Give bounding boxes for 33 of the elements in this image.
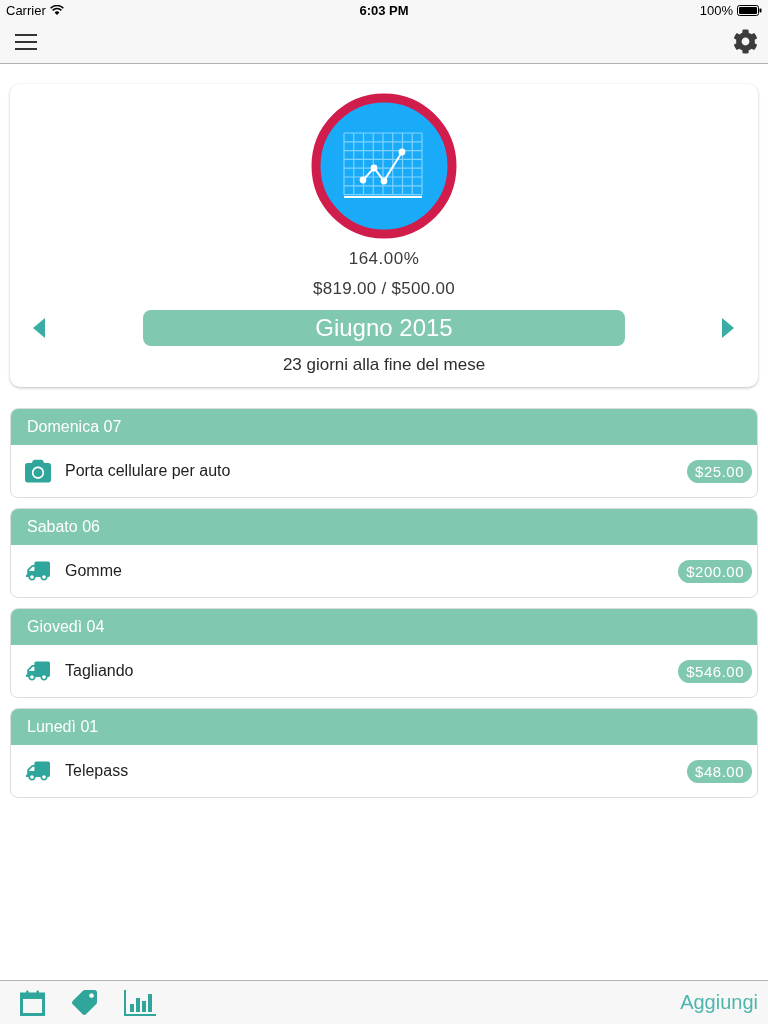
budget-percent: 164.00%: [348, 248, 420, 270]
carrier-label: Carrier: [6, 2, 46, 18]
wifi-icon: [49, 5, 64, 15]
expense-name[interactable]: Telepass: [65, 762, 129, 780]
line-chart-badge-icon: [311, 93, 457, 239]
expense-name[interactable]: Porta cellulare per auto: [65, 462, 231, 480]
truck-icon: [24, 659, 51, 683]
days-left-text: 23 giorni alla fine del mese: [282, 354, 486, 376]
tag-tab-button[interactable]: [72, 990, 97, 1015]
expense-name[interactable]: Gomme: [65, 562, 122, 580]
calendar-tab-button[interactable]: [20, 989, 45, 1016]
previous-month-button[interactable]: [33, 318, 45, 338]
battery-percent: 100%: [699, 2, 733, 18]
day-header: Sabato 06: [11, 509, 757, 545]
day-header: Domenica 07: [11, 409, 757, 445]
amount-badge: $546.00: [678, 659, 752, 683]
amount-badge: $200.00: [678, 559, 752, 583]
next-month-button[interactable]: [722, 318, 734, 338]
amount-badge: $25.00: [687, 459, 752, 483]
month-title: Giugno 2015: [143, 310, 625, 346]
menu-button[interactable]: [15, 33, 37, 50]
truck-icon: [24, 759, 51, 783]
settings-button[interactable]: [733, 29, 758, 54]
clock-time: 6:03 PM: [359, 2, 409, 18]
day-header: Lunedì 01: [11, 709, 757, 745]
chart-tab-button[interactable]: [124, 989, 156, 1016]
amount-badge: $48.00: [687, 759, 752, 783]
battery-icon: [737, 4, 762, 16]
day-header: Giovedì 04: [11, 609, 757, 645]
expense-name[interactable]: Tagliando: [65, 662, 134, 680]
budget-amounts: $819.00 / $500.00: [312, 278, 456, 300]
camera-icon: [24, 459, 51, 483]
truck-icon: [24, 559, 51, 583]
